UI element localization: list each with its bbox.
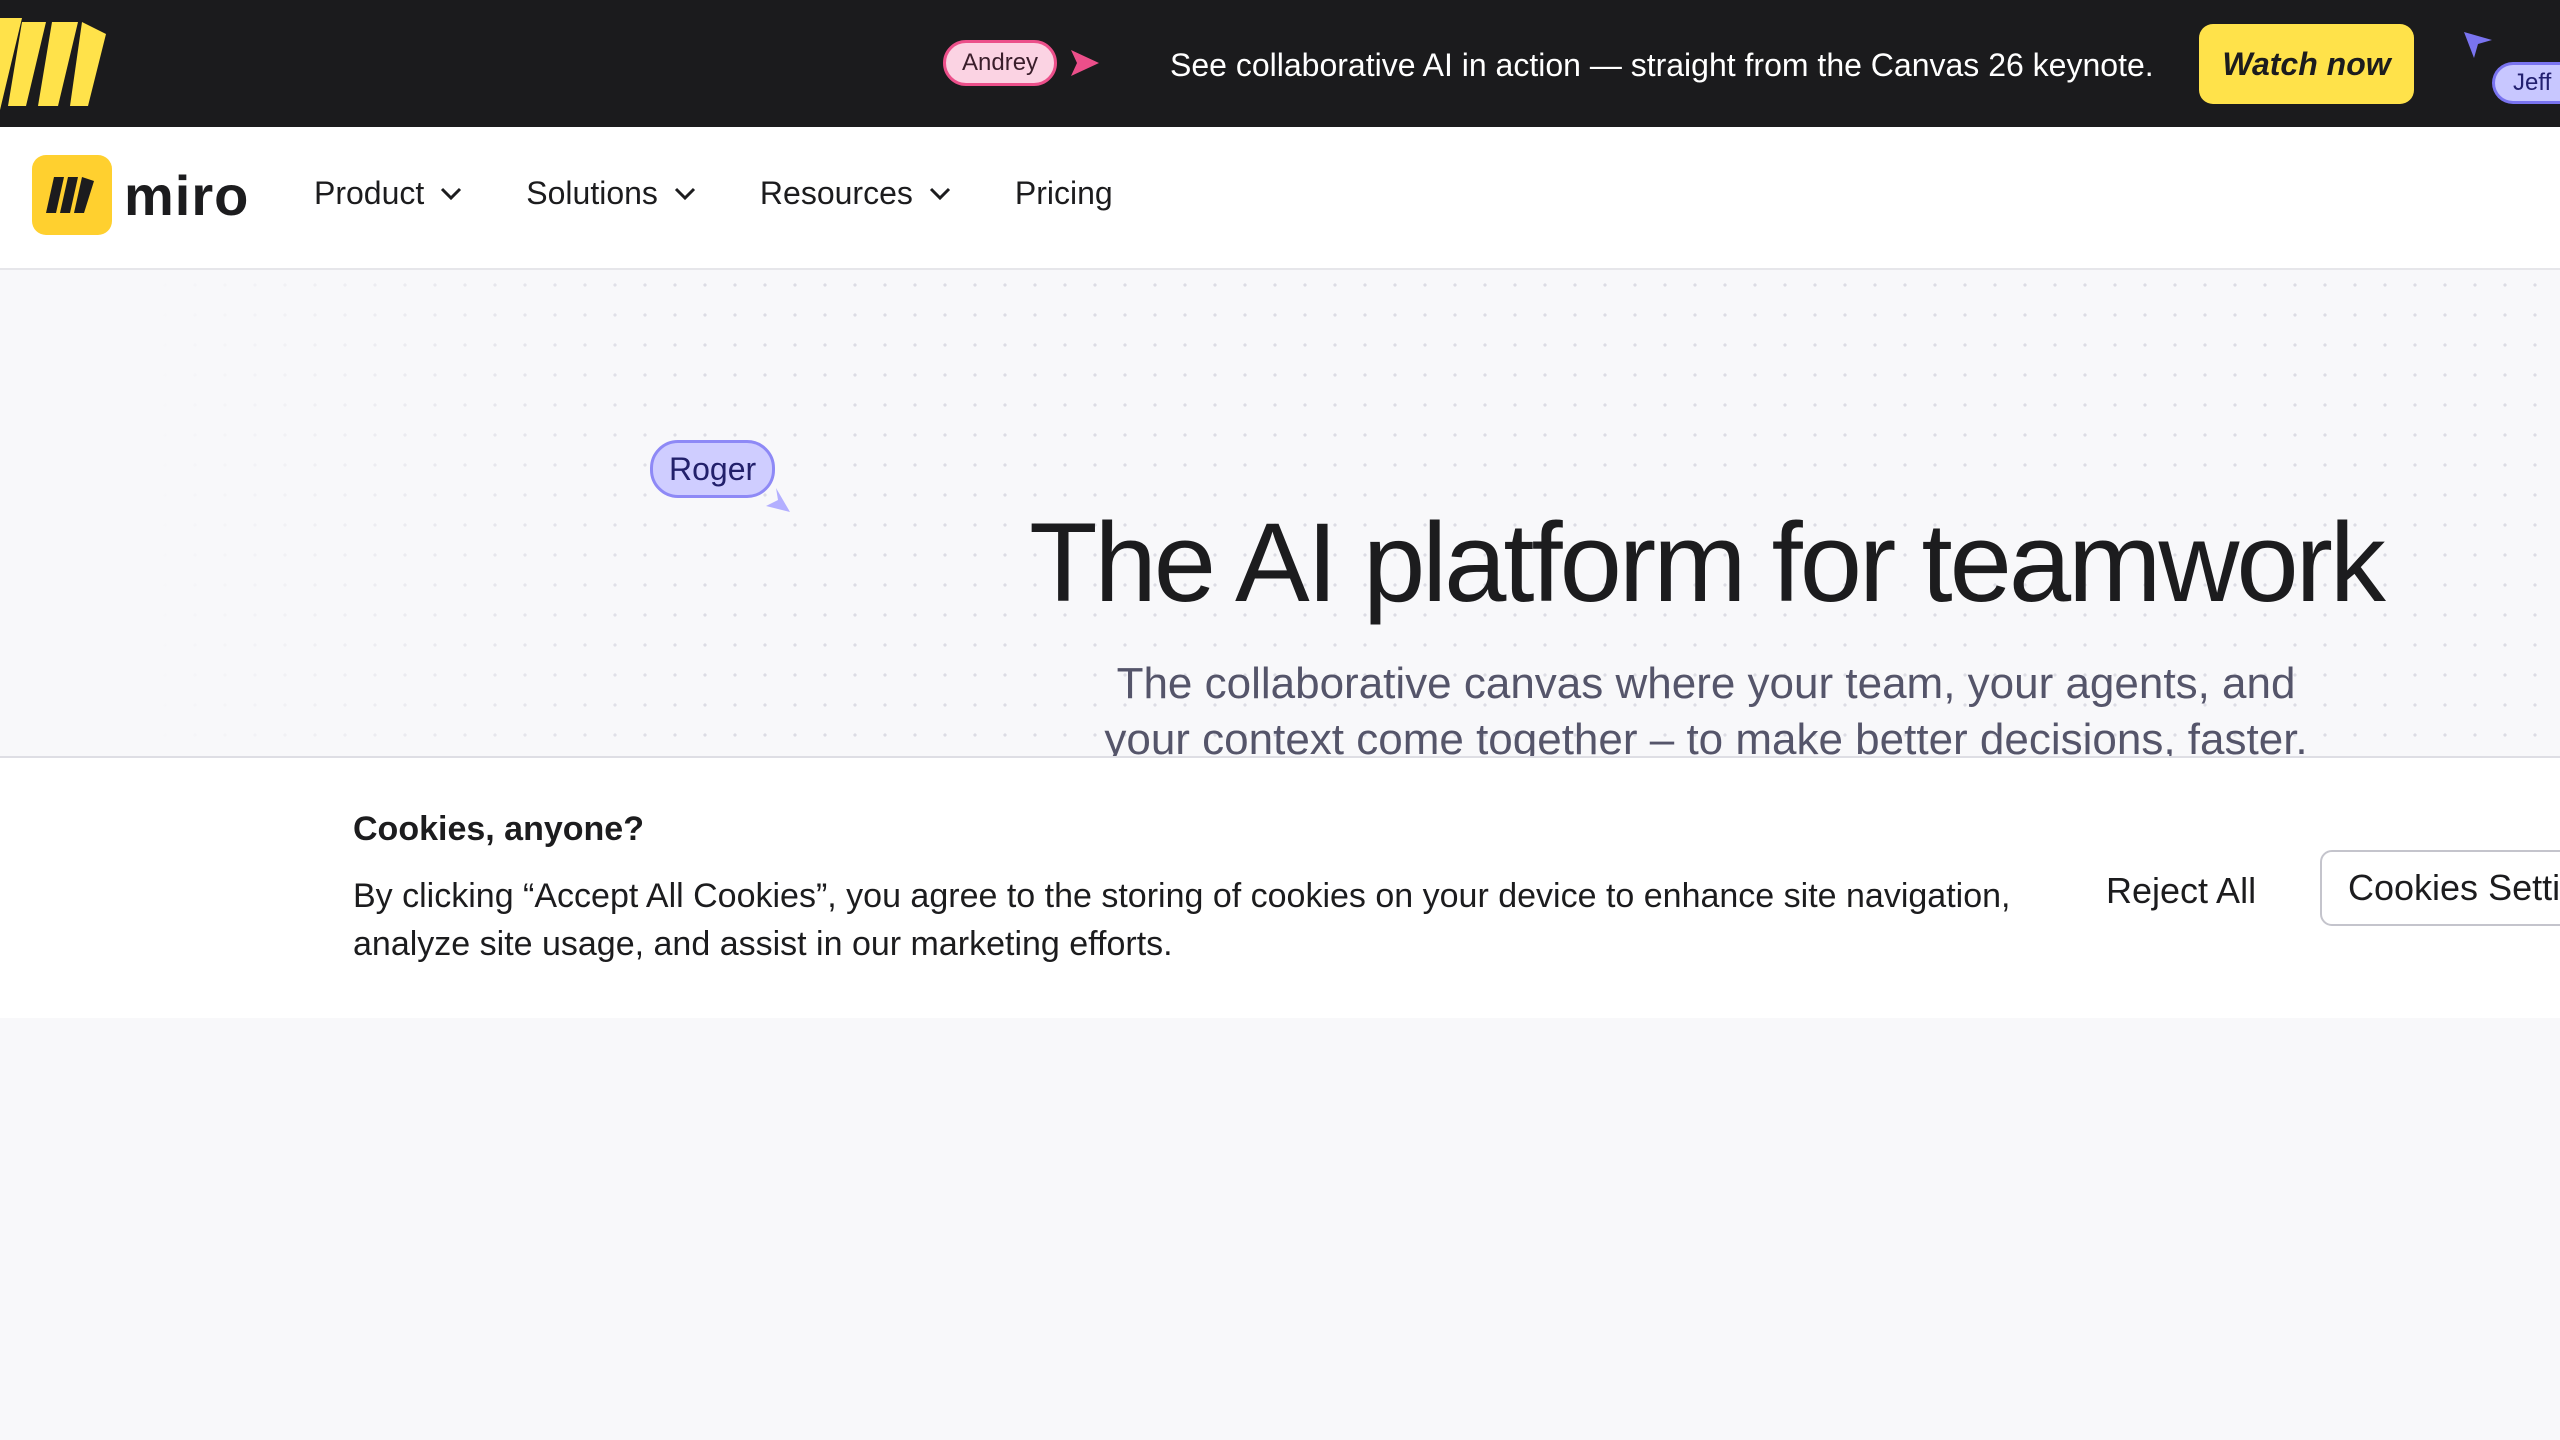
hero-section: Roger The AI platform for teamwork The c…	[0, 270, 2560, 756]
pointer-cursor-icon	[1071, 50, 1100, 76]
cursor-roger: Roger	[650, 440, 790, 512]
cursor-label-jeff: Jeff	[2492, 62, 2560, 104]
cursor-andrey: Andrey	[943, 40, 1101, 86]
nav-item-label: Product	[314, 175, 425, 211]
cookie-banner: Cookies, anyone? By clicking “Accept All…	[0, 756, 2560, 1018]
brand-logo[interactable]: miro	[32, 155, 249, 235]
hero-subhead: The collaborative canvas where your team…	[0, 656, 2560, 756]
miro-logo-icon[interactable]	[0, 18, 106, 110]
promo-banner: Andrey See collaborative AI in action — …	[0, 0, 2560, 127]
miro-mark-icon	[32, 155, 112, 235]
nav-item-label: Pricing	[1014, 175, 1113, 211]
promo-text: See collaborative AI in action — straigh…	[1170, 47, 2154, 83]
page-background	[0, 1018, 2560, 1440]
nav-item-resources[interactable]: Resources	[760, 175, 951, 212]
hero-headline: The AI platform for teamwork	[1029, 500, 2386, 625]
cursor-jeff: Jeff	[2462, 30, 2560, 110]
nav-item-product[interactable]: Product	[314, 175, 462, 212]
hero-subhead-line: your context come together – to make bet…	[1104, 715, 2308, 756]
cookies-settings-button[interactable]: Cookies Settings	[2320, 850, 2560, 926]
cookie-title: Cookies, anyone?	[353, 810, 644, 848]
chevron-down-icon	[929, 187, 950, 200]
nav-menu: Product Solutions Resources Pricing	[314, 175, 1177, 212]
cursor-label-roger: Roger	[650, 440, 776, 498]
cookie-body: By clicking “Accept All Cookies”, you ag…	[353, 877, 2011, 963]
watch-now-button[interactable]: Watch now	[2199, 24, 2414, 104]
main-nav: miro Product Solutions Resources Pricing	[0, 127, 2560, 270]
brand-wordmark: miro	[124, 163, 250, 227]
nav-item-pricing[interactable]: Pricing	[1015, 175, 1113, 212]
cursor-label-andrey: Andrey	[943, 40, 1058, 86]
chevron-down-icon	[441, 187, 462, 200]
pointer-cursor-icon	[2464, 32, 2492, 58]
chevron-down-icon	[674, 187, 695, 200]
hero-subhead-line: The collaborative canvas where your team…	[1116, 659, 2296, 708]
nav-item-label: Solutions	[526, 175, 658, 211]
nav-item-label: Resources	[759, 175, 913, 211]
reject-all-button[interactable]: Reject All	[2086, 860, 2276, 922]
nav-item-solutions[interactable]: Solutions	[526, 175, 696, 212]
